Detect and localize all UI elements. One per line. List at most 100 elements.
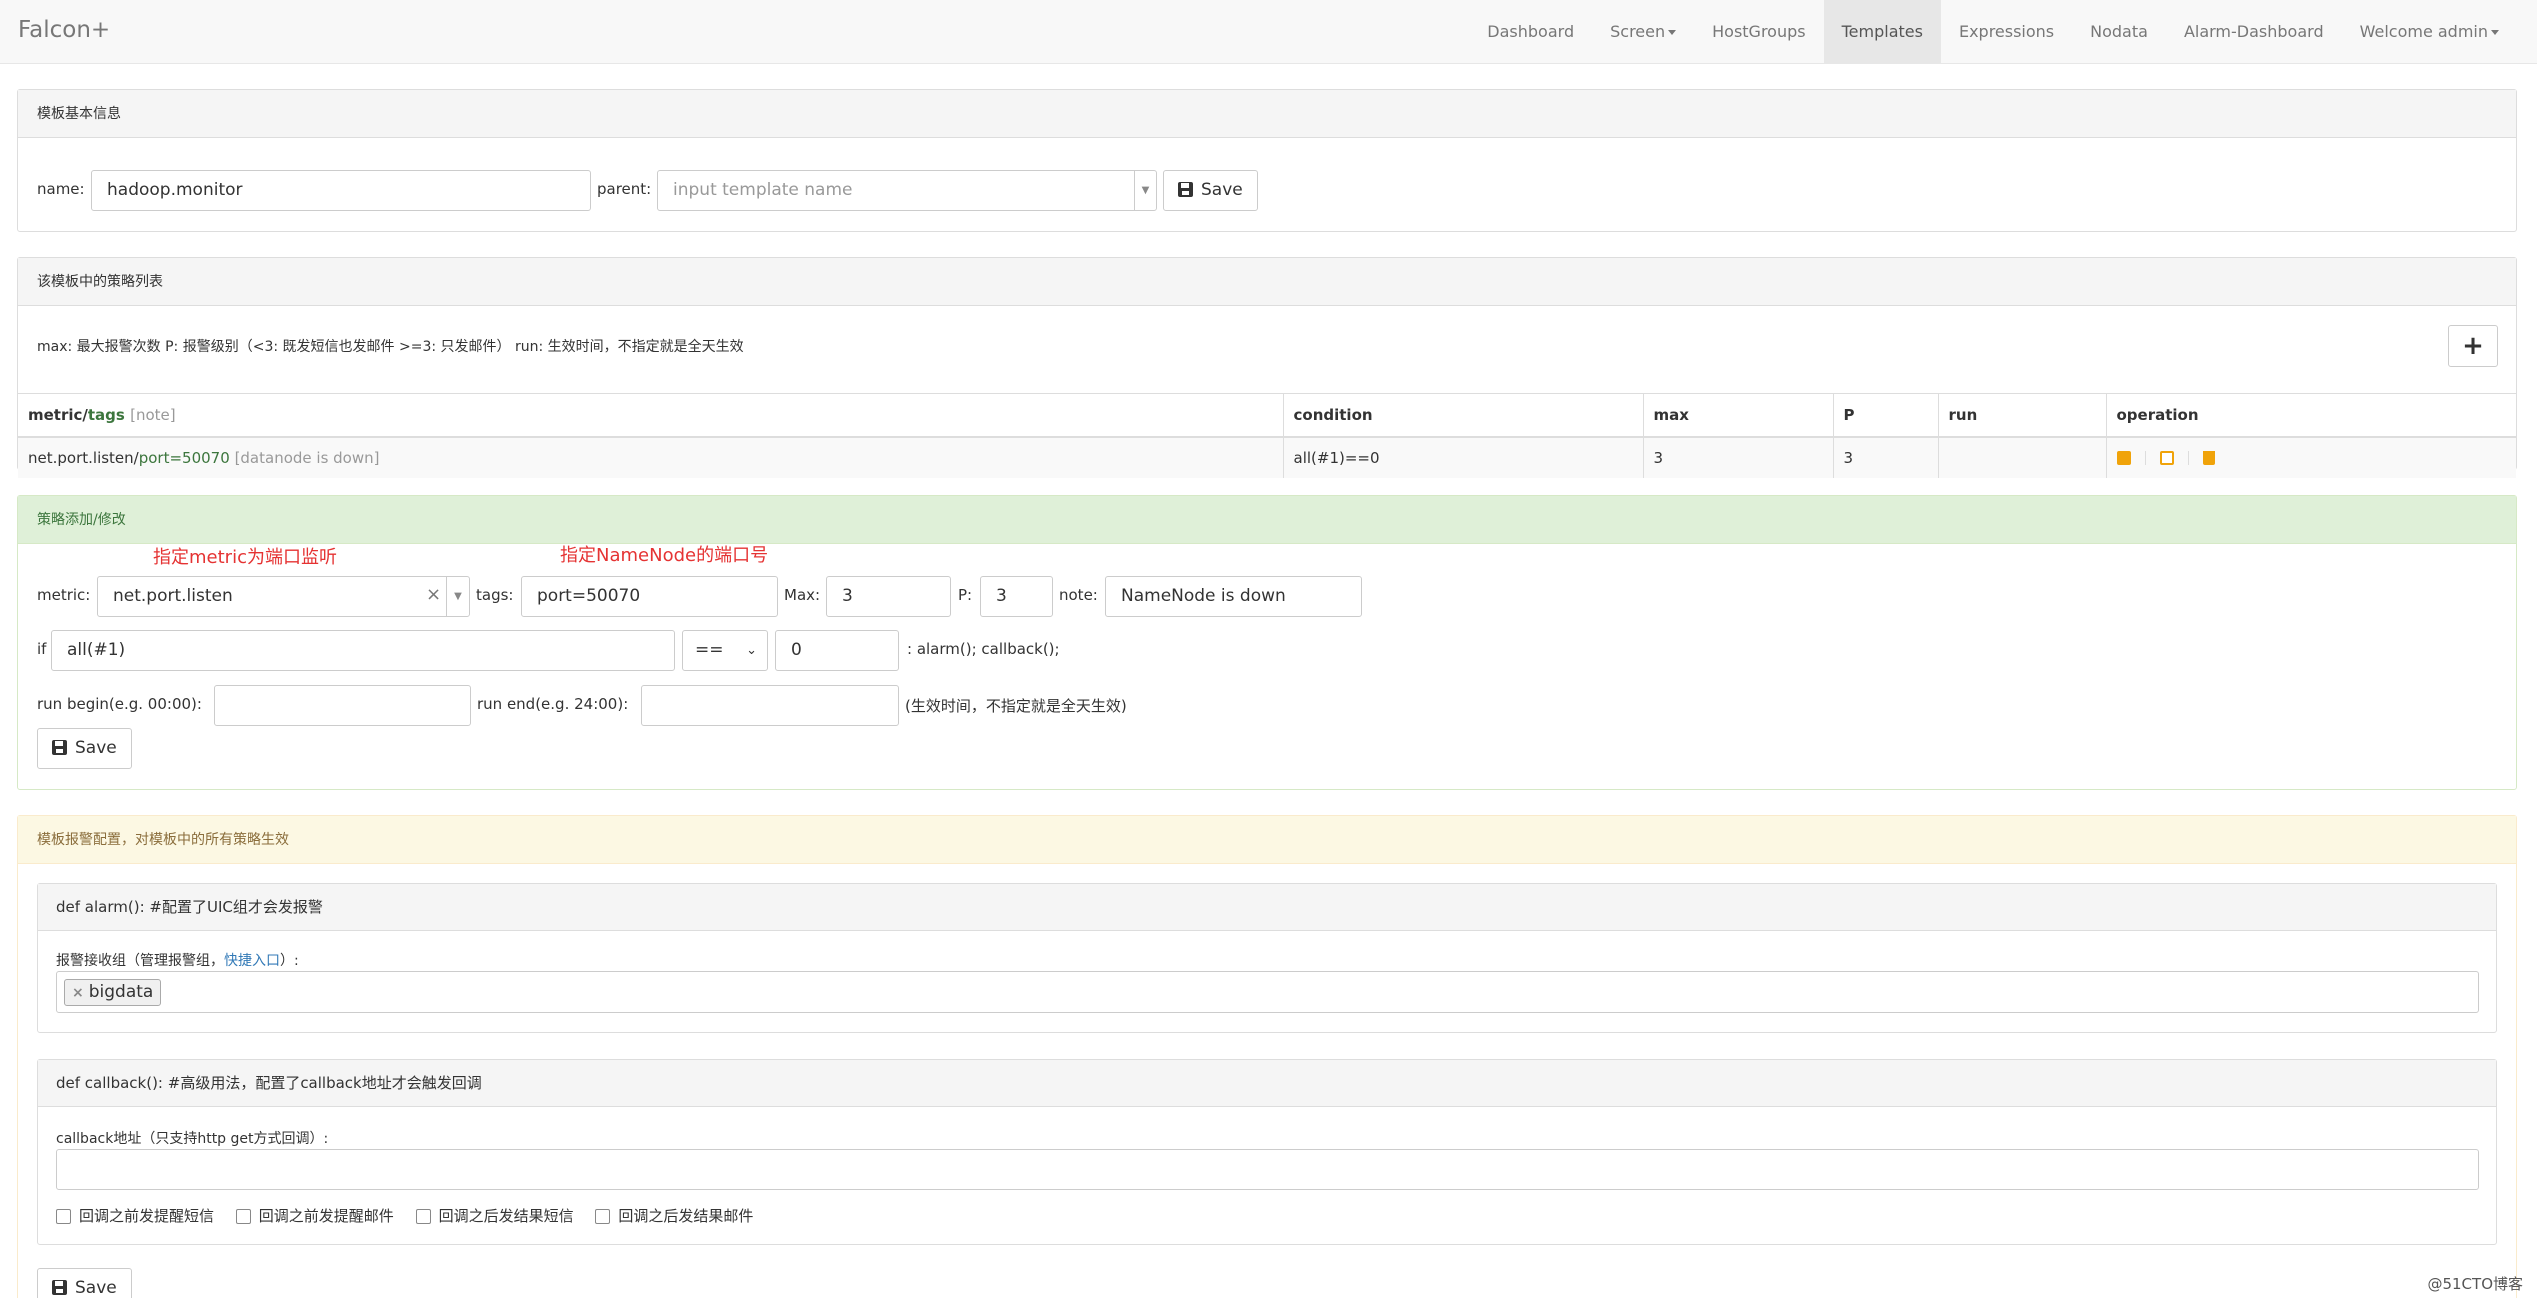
nav-label: Templates bbox=[1841, 22, 1923, 41]
trash-icon[interactable] bbox=[2202, 450, 2215, 465]
strategy-edit-panel: 策略添加/修改 指定metric为端口监听 指定NameNode的端口号 met… bbox=[17, 495, 2517, 790]
checkbox[interactable] bbox=[56, 1209, 71, 1224]
nav-alarm-dashboard[interactable]: Alarm-Dashboard bbox=[2166, 0, 2342, 64]
nav-dashboard[interactable]: Dashboard bbox=[1469, 0, 1592, 64]
name-label: name: bbox=[37, 180, 85, 198]
strategy-list-panel: 该模板中的策略列表 max: 最大报警次数 P: 报警级别（<3: 既发短信也发… bbox=[17, 257, 2517, 478]
if-label: if bbox=[37, 640, 47, 658]
cell-condition: all(#1)==0 bbox=[1283, 436, 1644, 478]
threshold-input[interactable]: 0 bbox=[775, 630, 899, 671]
max-label: Max: bbox=[784, 586, 821, 604]
nav-nodata[interactable]: Nodata bbox=[2072, 0, 2166, 64]
divider bbox=[2187, 450, 2189, 465]
table-row: net.port.listen/port=50070 [datanode is … bbox=[18, 436, 2516, 478]
nav-expressions[interactable]: Expressions bbox=[1941, 0, 2072, 64]
alarm-config-panel: 模板报警配置，对模板中的所有策略生效 def alarm(): #配置了UIC组… bbox=[17, 815, 2517, 1298]
caret-down-icon bbox=[1668, 30, 1677, 35]
alarm-subpanel-title: def alarm(): #配置了UIC组才会发报警 bbox=[38, 884, 2496, 931]
priority-input[interactable]: 3 bbox=[980, 576, 1053, 617]
nav-screen[interactable]: Screen bbox=[1592, 0, 1694, 64]
col-operation: operation bbox=[2106, 393, 2516, 438]
callback-subpanel-title: def callback(): #高级用法，配置了callback地址才会触发回… bbox=[38, 1060, 2496, 1107]
basic-save-button[interactable]: Save bbox=[1163, 170, 1258, 211]
group-tag: × bigdata bbox=[64, 979, 162, 1006]
cell-run bbox=[1938, 436, 2107, 478]
p-label: P: bbox=[958, 586, 973, 604]
checkbox[interactable] bbox=[235, 1209, 251, 1224]
strategy-save-button[interactable]: Save bbox=[37, 728, 132, 769]
template-basic-panel: 模板基本信息 name: hadoop.monitor parent: inpu… bbox=[17, 89, 2517, 232]
panel-title: 模板基本信息 bbox=[18, 90, 2516, 138]
run-hint: (生效时间，不指定就是全天生效) bbox=[905, 697, 1127, 715]
checkbox-before-mail[interactable]: 回调之前发提醒邮件 bbox=[235, 1207, 394, 1225]
tags-label: tags: bbox=[476, 586, 514, 604]
quick-entry-link[interactable]: 快捷入口 bbox=[224, 953, 280, 969]
nav-menu: Dashboard Screen HostGroups Templates Ex… bbox=[1469, 0, 2537, 64]
nav-label: Dashboard bbox=[1487, 22, 1575, 41]
metric-dropdown-toggle[interactable]: ▼ bbox=[446, 577, 469, 616]
caret-down-icon bbox=[2491, 30, 2499, 35]
operator-select[interactable]: == ⌄ bbox=[682, 630, 768, 671]
metric-clear-icon[interactable]: × bbox=[426, 584, 441, 605]
floppy-icon bbox=[52, 740, 67, 755]
max-input[interactable]: 3 bbox=[826, 576, 951, 617]
cell-operation bbox=[2106, 436, 2516, 478]
remove-tag-icon[interactable]: × bbox=[72, 985, 84, 1001]
tags-input[interactable]: port=50070 bbox=[521, 576, 778, 617]
run-begin-label: run begin(e.g. 00:00): bbox=[37, 695, 202, 713]
col-max: max bbox=[1643, 393, 1834, 438]
action-text: : alarm(); callback(); bbox=[907, 640, 1060, 658]
table-header-row: metric/tags [note] condition max P run o… bbox=[18, 393, 2516, 438]
template-name-input[interactable]: hadoop.monitor bbox=[91, 170, 591, 211]
function-input[interactable]: all(#1) bbox=[51, 630, 675, 671]
navbar: Falcon+ Dashboard Screen HostGroups Temp… bbox=[0, 0, 2537, 64]
col-condition: condition bbox=[1283, 393, 1644, 438]
watermark: @51CTO博客 bbox=[2427, 1275, 2523, 1293]
col-run: run bbox=[1938, 393, 2107, 438]
nav-label: Welcome admin bbox=[2359, 22, 2488, 41]
callback-url-input[interactable] bbox=[56, 1149, 2479, 1190]
checkbox[interactable] bbox=[415, 1209, 431, 1224]
alarm-save-button[interactable]: Save bbox=[37, 1268, 132, 1298]
brand-logo[interactable]: Falcon+ bbox=[18, 17, 110, 43]
cell-max: 3 bbox=[1643, 436, 1834, 478]
parent-dropdown-toggle[interactable]: ▼ bbox=[1134, 171, 1156, 210]
strategy-legend: max: 最大报警次数 P: 报警级别（<3: 既发短信也发邮件 >=3: 只发… bbox=[37, 339, 744, 355]
nav-label: Nodata bbox=[2090, 22, 2148, 41]
run-begin-input[interactable] bbox=[214, 685, 471, 726]
callback-options: 回调之前发提醒短信 回调之前发提醒邮件 回调之后发结果短信 回调之后发结果邮件 bbox=[56, 1205, 770, 1226]
strategy-table: metric/tags [note] condition max P run o… bbox=[18, 393, 2516, 478]
metric-label: metric: bbox=[37, 586, 91, 604]
save-label: Save bbox=[75, 1278, 117, 1298]
edit-icon[interactable] bbox=[2159, 450, 2174, 465]
nav-templates[interactable]: Templates bbox=[1823, 0, 1941, 64]
copy-icon[interactable] bbox=[2116, 450, 2131, 465]
receiver-group-input[interactable]: × bigdata bbox=[56, 971, 2479, 1013]
metric-select[interactable]: net.port.listen bbox=[97, 576, 470, 617]
panel-title: 模板报警配置，对模板中的所有策略生效 bbox=[18, 816, 2516, 864]
annotation-tags: 指定NameNode的端口号 bbox=[560, 545, 769, 566]
run-end-input[interactable] bbox=[641, 685, 899, 726]
col-p: P bbox=[1833, 393, 1939, 438]
nav-label: Alarm-Dashboard bbox=[2183, 22, 2324, 41]
nav-user-menu[interactable]: Welcome admin bbox=[2342, 0, 2537, 64]
add-strategy-button[interactable]: + bbox=[2448, 325, 2498, 367]
alarm-subpanel: def alarm(): #配置了UIC组才会发报警 报警接收组（管理报警组，快… bbox=[37, 883, 2497, 1033]
callback-subpanel: def callback(): #高级用法，配置了callback地址才会触发回… bbox=[37, 1059, 2497, 1245]
floppy-icon bbox=[1178, 182, 1193, 197]
checkbox[interactable] bbox=[595, 1209, 611, 1224]
nav-hostgroups[interactable]: HostGroups bbox=[1694, 0, 1823, 64]
parent-template-input[interactable]: input template name bbox=[657, 170, 1157, 211]
note-label: note: bbox=[1059, 586, 1098, 604]
checkbox-before-sms[interactable]: 回调之前发提醒短信 bbox=[56, 1207, 214, 1225]
checkbox-after-sms[interactable]: 回调之后发结果短信 bbox=[415, 1207, 574, 1225]
save-label: Save bbox=[75, 738, 117, 758]
run-end-label: run end(e.g. 24:00): bbox=[477, 695, 629, 713]
col-metric: metric/tags [note] bbox=[18, 393, 1284, 438]
callback-label: callback地址（只支持http get方式回调）: bbox=[56, 1131, 329, 1147]
nav-label: Screen bbox=[1610, 22, 1666, 41]
note-input[interactable]: NameNode is down bbox=[1105, 576, 1362, 617]
cell-metric: net.port.listen/port=50070 [datanode is … bbox=[18, 436, 1284, 478]
parent-label: parent: bbox=[597, 180, 652, 198]
checkbox-after-mail[interactable]: 回调之后发结果邮件 bbox=[595, 1207, 753, 1225]
